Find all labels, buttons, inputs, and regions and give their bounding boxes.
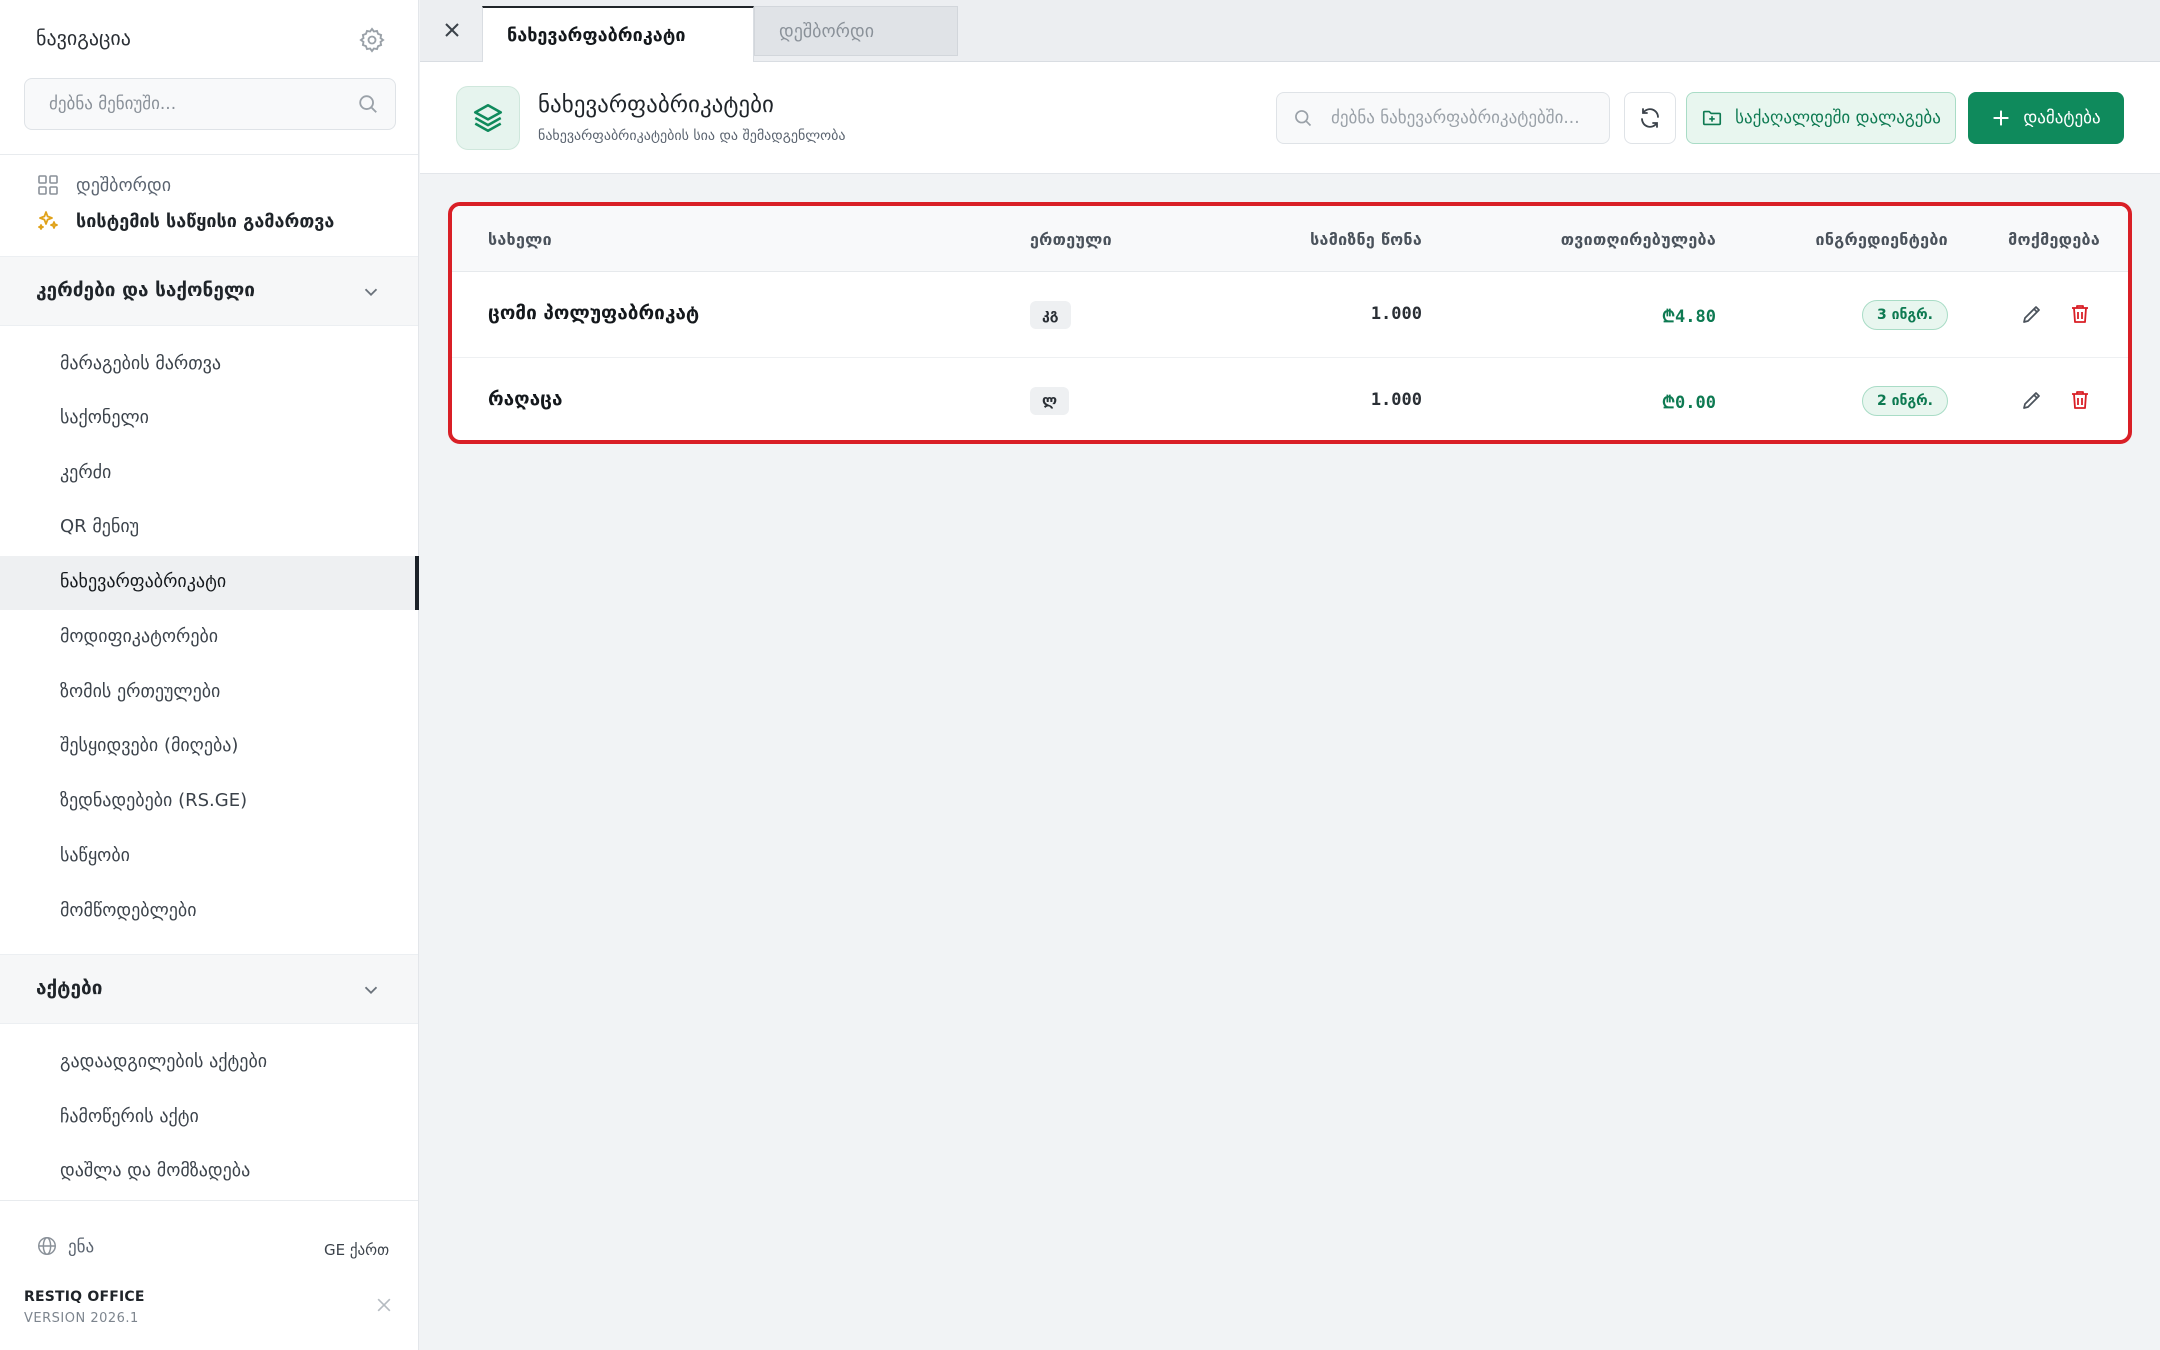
sidebar-item-label: ზომის ერთეულები	[60, 681, 221, 702]
sidebar-item-waybills[interactable]: ზედნადებები (RS.GE)	[0, 775, 418, 829]
sidebar-item-label: მარაგების მართვა	[60, 353, 222, 374]
edit-icon[interactable]	[2020, 388, 2044, 412]
add-button[interactable]: დამატება	[1968, 92, 2124, 144]
unit-badge: ლ	[1030, 387, 1070, 415]
sidebar-item-label: გადაადგილების აქტები	[60, 1051, 268, 1072]
tabs-bar: ნახევარფაბრიკატი დეშბორდი	[420, 0, 2160, 62]
row-name: რაღაცა	[488, 388, 563, 410]
page-header: ნახევარფაბრიკატები ნახევარფაბრიკატების ს…	[420, 62, 2160, 174]
semi-finished-search	[1276, 92, 1610, 144]
sidebar-item-write-off-act[interactable]: ჩამოწერის აქტი	[0, 1091, 418, 1145]
refresh-button[interactable]	[1624, 92, 1676, 144]
tab-label: ნახევარფაბრიკატი	[507, 24, 686, 46]
sidebar-item-label: საწყობი	[60, 845, 130, 866]
row-cost: ₾0.00	[1661, 393, 1716, 413]
table-header: სახელი ერთეული სამიზნე წონა თვითღირებულე…	[452, 206, 2128, 272]
tab-dashboard[interactable]: დეშბორდი	[754, 6, 958, 56]
refresh-icon	[1641, 108, 1659, 128]
sidebar-group-label: აქტები	[36, 977, 103, 999]
sidebar-item-disassembly[interactable]: დაშლა და მომზადება	[0, 1145, 418, 1199]
column-header-name: სახელი	[488, 230, 552, 249]
column-header-actions: მოქმედება	[2008, 230, 2100, 249]
folder-plus-icon	[1703, 110, 1722, 126]
sidebar-search-input[interactable]	[49, 79, 349, 129]
unit-badge: კგ	[1030, 301, 1071, 329]
globe-icon	[38, 1237, 56, 1255]
sidebar-item-system-setup[interactable]: სისტემის საწყისი გამართვა	[36, 204, 334, 238]
sidebar-item-label: ჩამოწერის აქტი	[60, 1106, 199, 1127]
sidebar: ნავიგაცია დეშბორდი სისტემის საწყისი გამა…	[0, 0, 419, 1350]
search-icon	[1295, 110, 1312, 127]
page-title: ნახევარფაბრიკატები	[538, 92, 774, 118]
semi-finished-table: სახელი ერთეული სამიზნე წონა თვითღირებულე…	[448, 202, 2132, 444]
sidebar-title: ნავიგაცია	[36, 26, 131, 50]
sidebar-footer: ენა GE ქართ RESTIQ OFFICE VERSION 2026.1	[0, 1200, 418, 1350]
brand-name: RESTIQ OFFICE	[24, 1289, 145, 1305]
plus-icon	[1993, 110, 2010, 126]
column-header-target-weight: სამიზნე წონა	[1310, 230, 1422, 249]
row-target-weight: 1.000	[1370, 304, 1422, 324]
row-cost: ₾4.80	[1661, 307, 1716, 327]
row-target-weight: 1.000	[1370, 390, 1422, 410]
button-label: საქაღალდეში დალაგება	[1735, 108, 1941, 128]
sidebar-item-label: მომწოდებლები	[60, 900, 197, 921]
sidebar-item-label: ნახევარფაბრიკატი	[60, 571, 227, 592]
sidebar-item-label: შესყიდვები (მიღება)	[60, 735, 239, 756]
sidebar-search	[24, 78, 396, 130]
layers-icon	[456, 86, 520, 150]
close-icon[interactable]	[374, 1295, 394, 1315]
tab-semi-finished[interactable]: ნახევარფაბრიკატი	[482, 6, 754, 62]
edit-icon[interactable]	[2020, 302, 2044, 326]
ingredients-badge[interactable]: 2 ინგრ.	[1861, 386, 1948, 416]
language-selector[interactable]: GE ქართ	[324, 1241, 389, 1259]
sidebar-group-label: კერძები და საქონელი	[36, 279, 255, 301]
column-header-unit: ერთეული	[1030, 230, 1112, 249]
sidebar-item-label: დაშლა და მომზადება	[60, 1160, 251, 1181]
trash-icon[interactable]	[2068, 388, 2092, 412]
sidebar-item-warehouse[interactable]: საწყობი	[0, 830, 418, 884]
search-icon	[359, 95, 377, 113]
trash-icon[interactable]	[2068, 302, 2092, 326]
table-row[interactable]: ცომი პოლუფაბრიკატ კგ 1.000 ₾4.80 3 ინგრ.	[452, 272, 2128, 358]
sort-into-folder-button[interactable]: საქაღალდეში დალაგება	[1686, 92, 1956, 144]
sidebar-item-goods[interactable]: საქონელი	[0, 392, 418, 446]
sidebar-item-dashboard[interactable]: დეშბორდი	[36, 168, 171, 202]
row-name: ცომი პოლუფაბრიკატ	[488, 302, 700, 324]
language-label: ენა	[68, 1237, 95, 1257]
search-input[interactable]	[1331, 93, 1601, 143]
sidebar-item-dish[interactable]: კერძი	[0, 447, 418, 501]
sidebar-item-qr-menu[interactable]: QR მენიუ	[0, 501, 418, 555]
sidebar-header: ნავიგაცია	[0, 0, 418, 155]
chevron-down-icon	[364, 288, 378, 297]
column-header-ingredients: ინგრედიენტები	[1815, 230, 1948, 249]
close-icon[interactable]	[440, 18, 464, 42]
sidebar-item-stock-management[interactable]: მარაგების მართვა	[0, 338, 418, 392]
page-subtitle: ნახევარფაბრიკატების სია და შემადგენლობა	[538, 128, 846, 144]
tab-label: დეშბორდი	[779, 20, 875, 42]
button-label: დამატება	[2023, 108, 2101, 128]
sidebar-item-purchases[interactable]: შესყიდვები (მიღება)	[0, 720, 418, 774]
chevron-down-icon	[364, 986, 378, 995]
sidebar-item-label: დეშბორდი	[76, 174, 172, 196]
sidebar-item-semi-finished[interactable]: ნახევარფაბრიკატი	[0, 556, 419, 610]
sidebar-item-units[interactable]: ზომის ერთეულები	[0, 666, 418, 720]
sidebar-item-suppliers[interactable]: მომწოდებლები	[0, 885, 418, 939]
sidebar-group-dishes-goods[interactable]: კერძები და საქონელი	[0, 256, 418, 326]
ingredients-badge[interactable]: 3 ინგრ.	[1861, 300, 1948, 330]
column-header-cost: თვითღირებულება	[1560, 230, 1716, 249]
grid-icon	[38, 175, 58, 195]
sidebar-item-label: QR მენიუ	[60, 516, 140, 537]
sidebar-item-label: მოდიფიკატორები	[60, 626, 219, 647]
table-row[interactable]: რაღაცა ლ 1.000 ₾0.00 2 ინგრ.	[452, 358, 2128, 440]
sidebar-item-transfer-acts[interactable]: გადაადგილების აქტები	[0, 1036, 418, 1090]
sidebar-item-label: სისტემის საწყისი გამართვა	[76, 210, 335, 232]
version-label: VERSION 2026.1	[24, 1311, 139, 1326]
sidebar-group-acts[interactable]: აქტები	[0, 954, 418, 1024]
sidebar-item-label: საქონელი	[60, 407, 149, 428]
sidebar-item-label: კერძი	[60, 462, 112, 483]
gear-icon[interactable]	[358, 26, 386, 54]
sidebar-item-modifiers[interactable]: მოდიფიკატორები	[0, 611, 418, 665]
sidebar-item-label: ზედნადებები (RS.GE)	[60, 790, 248, 811]
sparkles-icon	[38, 211, 58, 230]
